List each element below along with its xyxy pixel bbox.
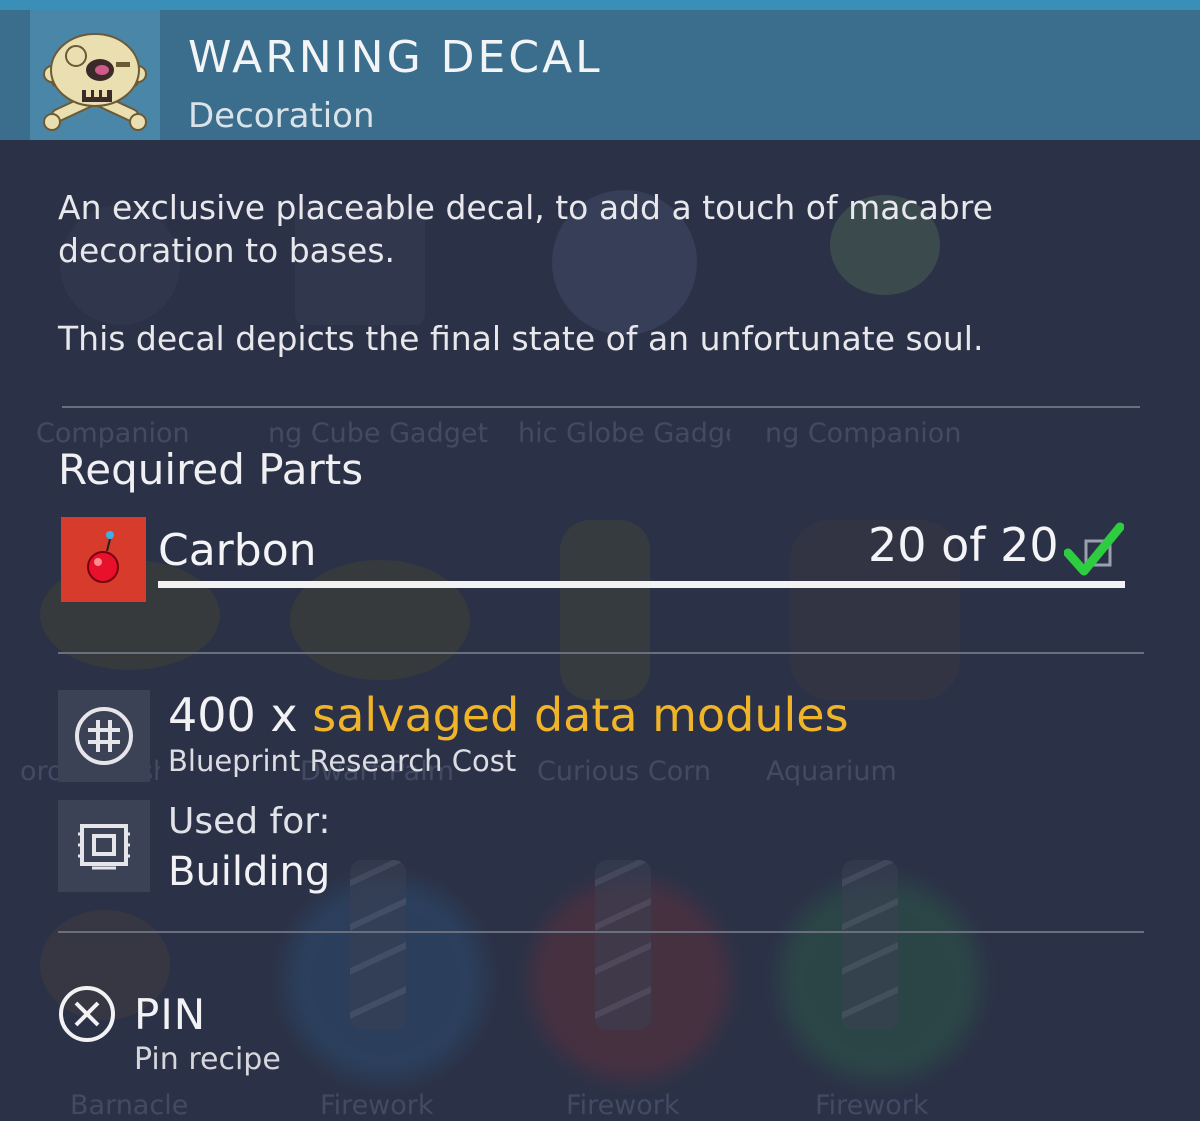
item-description: An exclusive placeable decal, to add a t… bbox=[58, 188, 993, 270]
bg-label-7: Curious Corn bbox=[537, 756, 711, 787]
research-cost-label: Blueprint Research Cost bbox=[168, 744, 517, 778]
research-quantity: 400 x bbox=[168, 688, 298, 742]
research-resource: salvaged data modules bbox=[312, 688, 849, 742]
item-lore: This decal depicts the final state of an… bbox=[58, 319, 984, 358]
bg-label-4: ng Companion bbox=[765, 418, 962, 449]
bg-label-11: Firework bbox=[566, 1090, 680, 1121]
part-count: 20 of 20 bbox=[868, 518, 1059, 572]
check-icon bbox=[1063, 521, 1125, 581]
blueprint-research-icon bbox=[58, 690, 150, 782]
firework-pillar-2 bbox=[595, 860, 651, 1030]
firework-pillar-1 bbox=[350, 860, 406, 1030]
part-name: Carbon bbox=[158, 525, 317, 576]
palm-shape bbox=[290, 560, 470, 680]
bg-label-3: hic Globe Gadge bbox=[518, 418, 730, 449]
corn-shape bbox=[560, 520, 650, 700]
item-header: WARNING DECAL Decoration bbox=[0, 10, 1200, 140]
building-chip-icon bbox=[58, 800, 150, 892]
bg-label-8: Aquarium bbox=[766, 756, 897, 787]
cross-button-icon[interactable] bbox=[58, 985, 116, 1043]
divider-middle bbox=[58, 652, 1144, 654]
pin-button[interactable]: PIN bbox=[134, 990, 206, 1039]
firework-pillar-3 bbox=[842, 860, 898, 1030]
research-cost: 400 x salvaged data modules bbox=[168, 688, 849, 742]
bg-label-12: Firework bbox=[815, 1090, 929, 1121]
divider-top bbox=[62, 406, 1140, 408]
used-for-label: Used for: bbox=[168, 801, 331, 842]
divider-bottom bbox=[58, 931, 1144, 933]
skull-crossbones-decal-icon bbox=[30, 10, 160, 140]
pin-recipe-label: Pin recipe bbox=[134, 1042, 281, 1077]
bg-label-10: Firework bbox=[320, 1090, 434, 1121]
used-for-value: Building bbox=[168, 849, 331, 895]
required-parts-title: Required Parts bbox=[58, 445, 364, 494]
carbon-element-icon bbox=[61, 517, 146, 602]
part-progress-bar bbox=[158, 581, 1125, 588]
item-category: Decoration bbox=[188, 96, 375, 136]
item-title: WARNING DECAL bbox=[188, 32, 603, 83]
bg-label-9: Barnacle bbox=[70, 1090, 189, 1121]
